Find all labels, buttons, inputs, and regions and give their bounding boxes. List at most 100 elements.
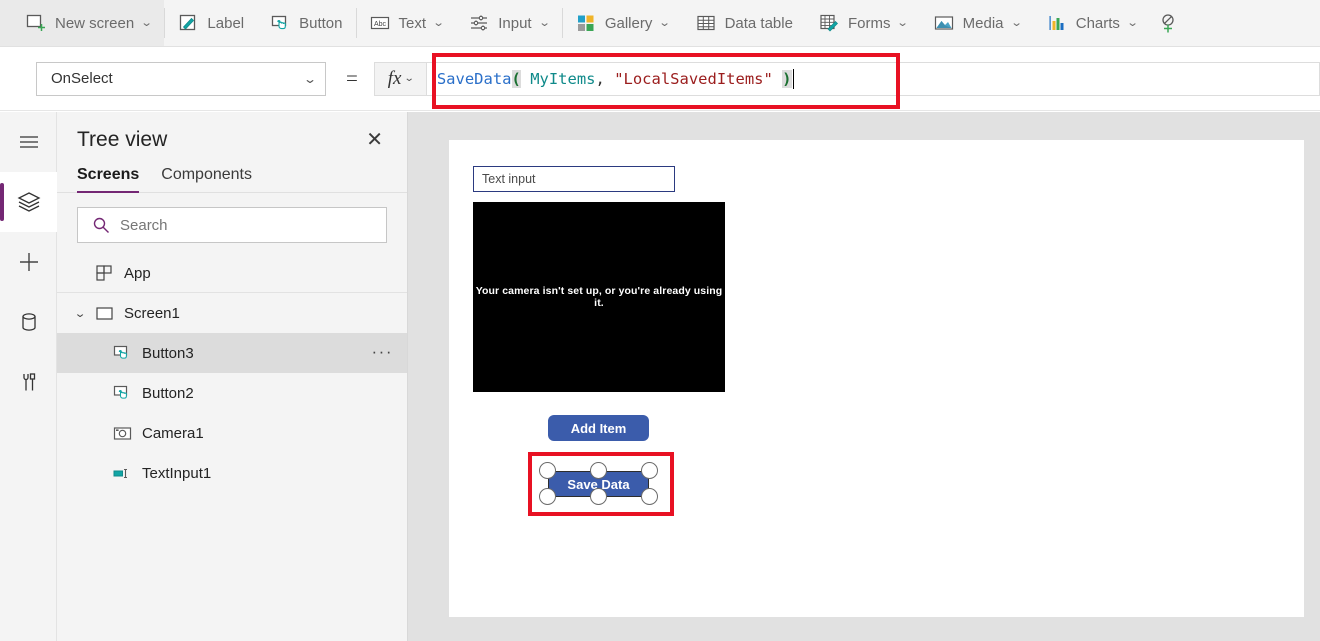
formula-token-space2 [773, 70, 782, 88]
tree-item-button2[interactable]: Button2 [57, 373, 407, 413]
hamburger-menu-icon [17, 130, 41, 154]
rail-item-insert[interactable] [0, 232, 57, 292]
formula-token-space1 [521, 70, 530, 88]
text-icon: Abc [370, 13, 390, 33]
tree-item-textinput1-label: TextInput1 [142, 465, 393, 482]
data-table-button[interactable]: Data table [683, 0, 806, 46]
input-menu-button[interactable]: Input ⌄ [456, 0, 562, 46]
button-control-icon [113, 384, 132, 403]
chevron-down-icon: ⌄ [538, 18, 550, 29]
canvas-add-item-label: Add Item [571, 421, 627, 436]
chevron-down-icon: ⌄ [141, 18, 153, 29]
formula-token-open-paren: ( [512, 70, 521, 88]
text-label: Text [399, 16, 427, 31]
new-screen-icon [26, 13, 46, 33]
chevron-down-icon: ⌄ [403, 73, 414, 84]
tree-view-icon [17, 190, 41, 214]
search-input[interactable]: Search [77, 207, 387, 243]
rail-item-tree-view[interactable] [0, 172, 57, 232]
left-icon-rail [0, 112, 57, 641]
tree-item-button2-label: Button2 [142, 385, 393, 402]
insert-icon [17, 250, 41, 274]
canvas-camera-control[interactable]: Your camera isn't set up, or you're alre… [473, 202, 725, 392]
selection-handle-bottom-right[interactable] [641, 488, 658, 505]
rail-item-media-tools[interactable] [0, 352, 57, 412]
property-selector[interactable]: OnSelect ⌄ [36, 62, 326, 96]
tree-view-pane: Tree view ✕ Screens Components Search [57, 112, 408, 641]
property-selector-value: OnSelect [51, 70, 113, 87]
tree-item-button3-label: Button3 [142, 345, 372, 362]
chevron-down-icon[interactable]: ⌄ [74, 307, 98, 320]
tree-item-screen1[interactable]: ⌄ Screen1 [57, 293, 407, 333]
camera-control-icon [113, 424, 132, 443]
chevron-down-icon: ⌄ [1126, 18, 1138, 29]
button-label: Button [299, 16, 342, 31]
gallery-label: Gallery [605, 16, 653, 31]
gallery-menu-button[interactable]: Gallery ⌄ [563, 0, 683, 46]
charts-menu-button[interactable]: Charts ⌄ [1034, 0, 1150, 46]
tab-components[interactable]: Components [161, 166, 252, 192]
app-screen-canvas[interactable]: Text input Your camera isn't set up, or … [449, 140, 1304, 617]
formula-token-close-paren: ) [782, 70, 791, 88]
data-table-icon [696, 13, 716, 33]
forms-menu-button[interactable]: Forms ⌄ [806, 0, 921, 46]
forms-label: Forms [848, 16, 891, 31]
selection-handle-bottom-center[interactable] [590, 488, 607, 505]
tree-item-screen1-label: Screen1 [124, 305, 393, 322]
gallery-icon [576, 13, 596, 33]
chevron-down-icon: ⌄ [1010, 18, 1022, 29]
label-button[interactable]: Label [165, 0, 257, 46]
tab-screens[interactable]: Screens [77, 166, 139, 192]
fx-expand-button[interactable]: fx ⌄ [374, 62, 426, 96]
tree-view-header: Tree view ✕ [57, 112, 407, 162]
search-placeholder: Search [120, 217, 168, 234]
canvas-text-input[interactable]: Text input [473, 166, 675, 192]
tree-item-button3[interactable]: Button3 ··· [57, 333, 407, 373]
selection-handle-top-center[interactable] [590, 462, 607, 479]
formula-input[interactable]: SaveData( MyItems, "LocalSavedItems" ) [426, 62, 1320, 96]
data-table-label: Data table [725, 16, 793, 31]
media-tools-icon [17, 370, 41, 394]
media-label: Media [963, 16, 1004, 31]
media-menu-button[interactable]: Media ⌄ [921, 0, 1034, 46]
chevron-down-icon: ⌄ [659, 18, 671, 29]
close-icon[interactable]: ✕ [362, 128, 387, 152]
input-label: Input [498, 16, 531, 31]
power-apps-studio: New screen ⌄ Label Button [0, 0, 1320, 641]
selection-handle-top-left[interactable] [539, 462, 556, 479]
tree-item-textinput1[interactable]: TextInput1 [57, 453, 407, 493]
fx-icon: fx [388, 68, 402, 90]
formula-token-comma: , [596, 70, 615, 88]
selection-handle-bottom-left[interactable] [539, 488, 556, 505]
canvas-text-input-value: Text input [482, 172, 536, 186]
formula-token-string: "LocalSavedItems" [614, 70, 773, 88]
tree-item-app[interactable]: App [57, 253, 407, 293]
tree-item-app-label: App [124, 265, 393, 282]
label-label: Label [207, 16, 244, 31]
app-icon [95, 264, 114, 283]
forms-icon [819, 13, 839, 33]
tree-item-camera1[interactable]: Camera1 [57, 413, 407, 453]
chevron-down-icon: ⌄ [897, 18, 909, 29]
rail-item-data[interactable] [0, 292, 57, 352]
input-icon [469, 13, 489, 33]
tree-item-camera1-label: Camera1 [142, 425, 393, 442]
chevron-down-icon: ⌄ [432, 18, 444, 29]
charts-icon [1047, 13, 1067, 33]
tree-item-overflow-menu[interactable]: ··· [372, 343, 393, 365]
formula-token-function: SaveData [437, 70, 512, 88]
button-button[interactable]: Button [257, 0, 355, 46]
canvas-area[interactable]: Text input Your camera isn't set up, or … [408, 112, 1320, 641]
rail-item-hamburger-menu[interactable] [0, 112, 57, 172]
icons-shapes-button[interactable] [1150, 0, 1191, 46]
tree-view-title: Tree view [77, 128, 167, 152]
media-icon [934, 13, 954, 33]
text-menu-button[interactable]: Abc Text ⌄ [357, 0, 457, 46]
canvas-add-item-button[interactable]: Add Item [548, 415, 649, 441]
new-screen-button[interactable]: New screen ⌄ [0, 0, 164, 46]
svg-text:Abc: Abc [373, 21, 386, 28]
selection-handle-top-right[interactable] [641, 462, 658, 479]
new-screen-label: New screen [55, 16, 134, 31]
data-icon [17, 310, 41, 334]
search-container: Search [57, 193, 407, 253]
